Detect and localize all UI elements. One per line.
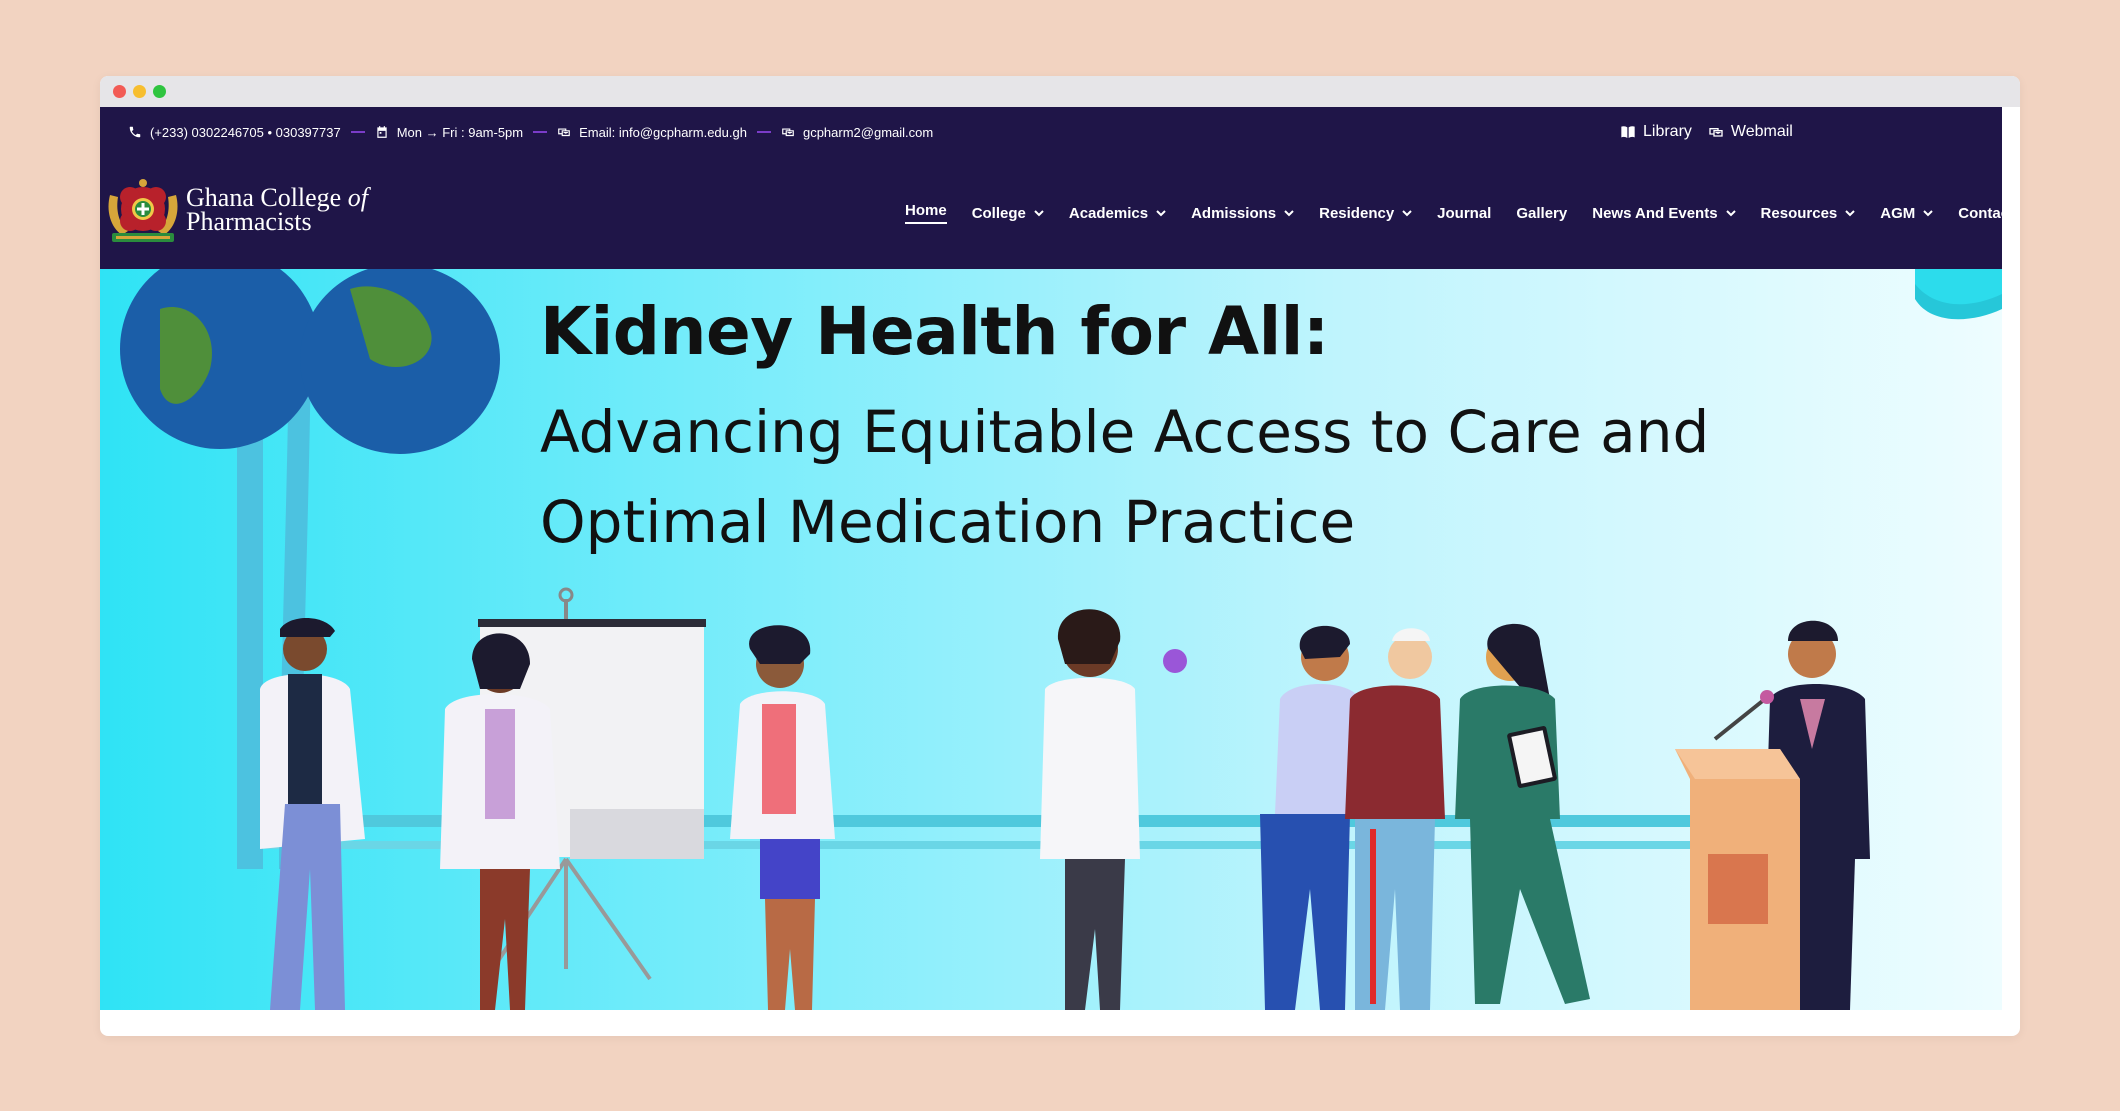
top-info-bar: (+233) 0302246705 • 030397737 Mon → Fri … bbox=[100, 107, 2002, 157]
nav-label: AGM bbox=[1880, 204, 1916, 222]
webmail-label[interactable]: Webmail bbox=[1731, 123, 1793, 141]
email-icon bbox=[1709, 128, 1723, 137]
nav-label: Admissions bbox=[1191, 204, 1277, 222]
nav-label: College bbox=[971, 204, 1026, 222]
nav-label: News And Events bbox=[1592, 204, 1718, 222]
calendar-icon bbox=[377, 126, 387, 138]
main-navbar: Ghana College of Pharmacists Home Colleg… bbox=[100, 157, 2002, 269]
library-label[interactable]: Library bbox=[1643, 123, 1692, 141]
maximize-window-button[interactable] bbox=[153, 85, 166, 98]
hero-title: Kidney Health for All: bbox=[540, 293, 1329, 370]
logo-of: of bbox=[347, 183, 368, 212]
site-logo[interactable]: Ghana College of Pharmacists bbox=[104, 175, 368, 245]
chevron-down-icon bbox=[1284, 209, 1294, 216]
logo-line2: Pharmacists bbox=[186, 207, 312, 236]
separator bbox=[533, 131, 548, 133]
patient-care-group bbox=[1260, 623, 1590, 1010]
email-link[interactable]: Email: info@gcpharm.edu.gh bbox=[579, 125, 747, 140]
nav-home[interactable]: Home bbox=[905, 202, 947, 224]
close-window-button[interactable] bbox=[113, 85, 126, 98]
phone-text: (+233) 0302246705 • 030397737 bbox=[150, 124, 341, 140]
quick-links: Library Webmail bbox=[1620, 107, 1793, 157]
hero-illustration bbox=[120, 269, 2002, 1010]
email2-info[interactable]: gcpharm2@gmail.com bbox=[781, 125, 933, 140]
nav-academics[interactable]: Academics bbox=[1069, 205, 1166, 222]
nav-news-and-events[interactable]: News And Events bbox=[1592, 204, 1736, 222]
phone-icon bbox=[129, 126, 141, 138]
pharmacist-figure bbox=[260, 617, 365, 1010]
webmail-link[interactable]: Webmail bbox=[1708, 123, 1793, 141]
separator bbox=[756, 131, 771, 133]
college-crest-icon bbox=[108, 179, 178, 242]
nav-label: Gallery bbox=[1516, 204, 1568, 222]
email-icon bbox=[782, 128, 794, 137]
chevron-down-icon bbox=[1156, 209, 1166, 216]
nav-agm[interactable]: AGM bbox=[1880, 205, 1933, 222]
nav-label: Resources bbox=[1760, 204, 1838, 222]
phone-info: (+233) 0302246705 • 030397737 bbox=[128, 125, 341, 140]
hours-info: Mon → Fri : 9am-5pm bbox=[375, 125, 523, 140]
library-link[interactable]: Library bbox=[1620, 123, 1692, 141]
scientist-figure bbox=[1040, 609, 1187, 1010]
chevron-down-icon bbox=[1923, 209, 1933, 216]
chevron-down-icon bbox=[1402, 209, 1412, 216]
book-icon bbox=[1621, 126, 1635, 138]
nav-label: Residency bbox=[1319, 204, 1395, 222]
chevron-down-icon bbox=[1725, 209, 1736, 216]
pharmacist-figure bbox=[730, 625, 835, 1010]
logo-text: Ghana College of Pharmacists bbox=[186, 183, 368, 236]
email-info[interactable]: Email: info@gcpharm.edu.gh bbox=[557, 125, 747, 140]
email2-link[interactable]: gcpharm2@gmail.com bbox=[803, 125, 933, 140]
web-page: (+233) 0302246705 • 030397737 Mon → Fri … bbox=[100, 107, 2002, 1010]
nav-label: Home bbox=[905, 202, 947, 224]
nav-gallery[interactable]: Gallery bbox=[1516, 205, 1567, 222]
speaker-figure bbox=[1675, 620, 1870, 1010]
hero-banner: Kidney Health for All: Advancing Equitab… bbox=[100, 269, 2002, 1010]
nav-contact[interactable]: Contact bbox=[1958, 205, 2002, 222]
nav-residency[interactable]: Residency bbox=[1319, 205, 1412, 222]
hours-text: Mon → Fri : 9am-5pm bbox=[396, 124, 524, 140]
browser-window: (+233) 0302246705 • 030397737 Mon → Fri … bbox=[100, 76, 2020, 1036]
nav-label: Journal bbox=[1437, 204, 1492, 222]
hero-subtitle: Advancing Equitable Access to Care and O… bbox=[540, 398, 1710, 556]
nav-admissions[interactable]: Admissions bbox=[1191, 205, 1294, 222]
window-titlebar bbox=[100, 76, 2020, 107]
chevron-down-icon bbox=[1034, 209, 1044, 216]
nav-label: Academics bbox=[1068, 204, 1149, 222]
nav-journal[interactable]: Journal bbox=[1437, 205, 1491, 222]
minimize-window-button[interactable] bbox=[133, 85, 146, 98]
chevron-down-icon bbox=[1845, 209, 1855, 216]
nav-label: Contact bbox=[1958, 204, 2002, 222]
contact-info: (+233) 0302246705 • 030397737 Mon → Fri … bbox=[128, 107, 933, 157]
main-menu: Home College Academics Admissions Reside… bbox=[905, 157, 2002, 269]
email-icon bbox=[558, 128, 570, 137]
nav-college[interactable]: College bbox=[972, 205, 1044, 222]
separator bbox=[350, 131, 365, 133]
nav-resources[interactable]: Resources bbox=[1761, 205, 1856, 222]
